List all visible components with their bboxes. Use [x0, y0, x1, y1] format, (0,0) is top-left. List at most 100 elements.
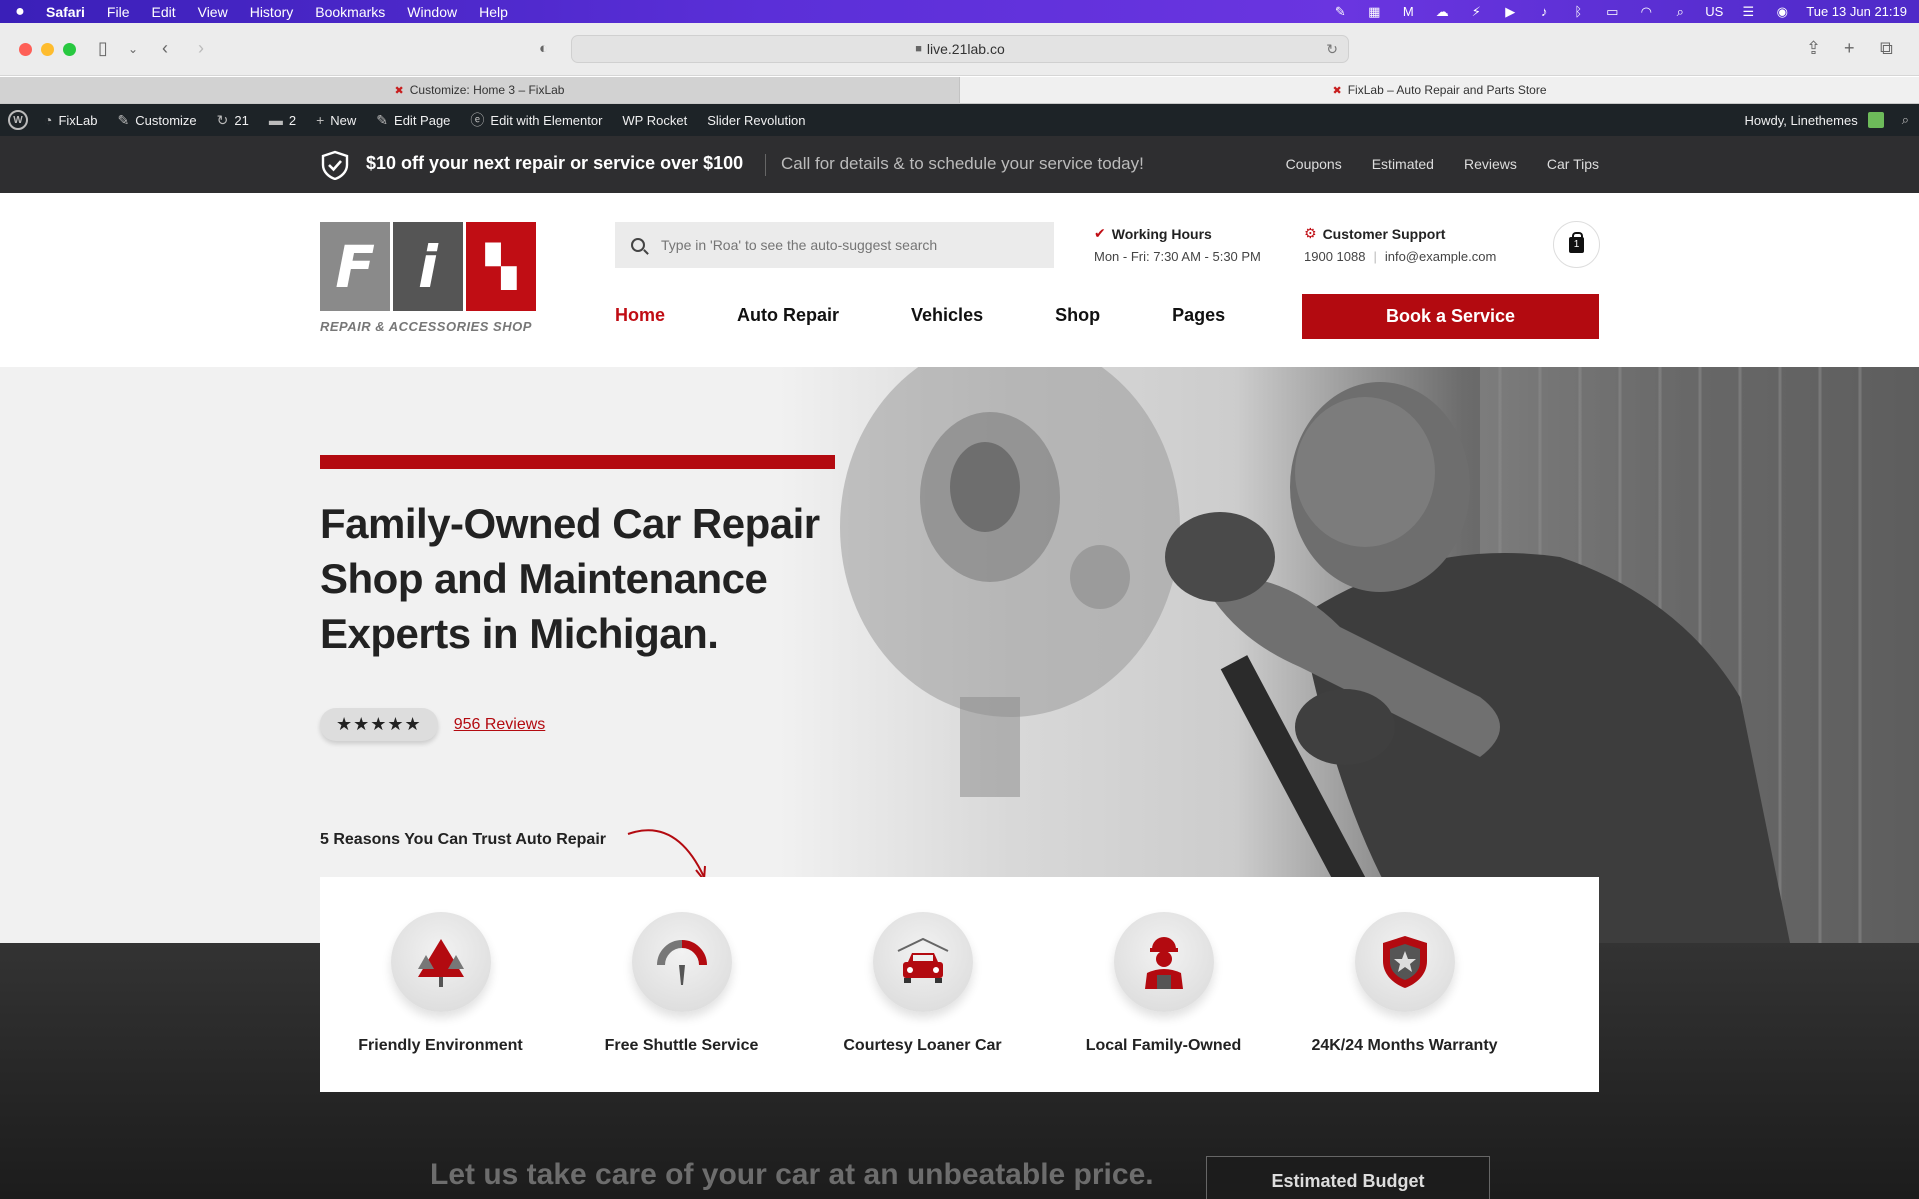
search-bar[interactable] [615, 222, 1054, 268]
feature-item: Free Shuttle Service [561, 912, 802, 1092]
link-estimated[interactable]: Estimated [1372, 156, 1434, 172]
volume-icon[interactable]: ♪ [1534, 4, 1554, 19]
mac-menubar: ● Safari File Edit View History Bookmark… [0, 0, 1919, 23]
wp-new-label: New [330, 112, 357, 128]
new-tab-icon[interactable]: + [1844, 38, 1855, 59]
wp-slider-link[interactable]: Slider Revolution [707, 113, 805, 128]
search-icon[interactable] [631, 238, 645, 252]
cart-button[interactable]: 1 [1553, 221, 1600, 268]
wifi-icon[interactable]: ◠ [1636, 4, 1656, 19]
cloud-icon[interactable]: ☁ [1432, 4, 1452, 19]
wp-updates-link[interactable]: ↻ 21 [217, 112, 249, 129]
separator: | [1373, 249, 1377, 264]
reload-icon[interactable]: ↻ [1326, 41, 1338, 58]
logo-tagline: REPAIR & ACCESSORIES SHOP [320, 319, 532, 334]
grid-icon[interactable]: ▦ [1364, 4, 1384, 19]
hero-section: Family-Owned Car Repair Shop and Mainten… [0, 367, 1919, 943]
shield-star-icon [1354, 912, 1455, 1012]
wp-comments-link[interactable]: ▬ 2 [269, 112, 296, 128]
updates-icon: ↻ [216, 111, 229, 128]
bluetooth-icon[interactable]: ᛒ [1568, 4, 1588, 19]
features-card: Friendly Environment Free Shuttle Servic… [320, 877, 1599, 1092]
estimated-budget-button[interactable]: Estimated Budget [1206, 1156, 1490, 1199]
tab-fixlab[interactable]: ✖ FixLab – Auto Repair and Parts Store [960, 77, 1919, 103]
main-nav: Home Auto Repair Vehicles Shop Pages [615, 305, 1297, 326]
search-input[interactable] [661, 237, 1041, 253]
nav-auto-repair[interactable]: Auto Repair [737, 305, 839, 326]
nav-shop[interactable]: Shop [1055, 305, 1100, 326]
menu-bookmarks[interactable]: Bookmarks [315, 4, 385, 20]
back-icon[interactable]: ‹ [162, 38, 168, 59]
support-email[interactable]: info@example.com [1385, 249, 1496, 264]
share-icon[interactable]: ⇪ [1806, 38, 1821, 59]
control-center-icon[interactable]: ☰ [1738, 4, 1758, 19]
feature-item: Friendly Environment [320, 912, 561, 1092]
wp-elementor-link[interactable]: ⓔ Edit with Elementor [470, 110, 602, 130]
wp-rocket-link[interactable]: WP Rocket [622, 113, 687, 128]
bolt-icon[interactable]: ⚡ [1466, 4, 1486, 19]
zoom-window-button[interactable] [63, 42, 76, 56]
logo-tiles: F i ▚ [320, 222, 536, 311]
wp-site-link[interactable]: ◔ FixLab [44, 112, 98, 128]
wp-howdy[interactable]: Howdy, Linethemes [1745, 113, 1858, 128]
favicon-icon: ✖ [1332, 84, 1342, 97]
play-icon[interactable]: ▶ [1500, 4, 1520, 19]
trust-label: 5 Reasons You Can Trust Auto Repair [320, 831, 606, 848]
tab-customize[interactable]: ✖ Customize: Home 3 – FixLab [0, 77, 960, 103]
worker-icon [1113, 912, 1214, 1012]
promo-divider [765, 154, 766, 176]
close-window-button[interactable] [19, 42, 32, 56]
site-header: F i ▚ REPAIR & ACCESSORIES SHOP ✔ Working… [0, 193, 1919, 367]
site-logo[interactable]: F i ▚ REPAIR & ACCESSORIES SHOP [320, 222, 536, 334]
link-reviews[interactable]: Reviews [1464, 156, 1517, 172]
address-bar[interactable]: ■ live.21lab.co ↻ [571, 35, 1349, 63]
menubar-clock[interactable]: Tue 13 Jun 21:19 [1806, 4, 1907, 19]
minimize-window-button[interactable] [41, 42, 54, 56]
privacy-shield-icon[interactable]: ◐ [539, 40, 548, 57]
sidebar-toggle-icon[interactable]: ▯ [98, 38, 108, 59]
nav-home[interactable]: Home [615, 305, 665, 326]
wp-new-link[interactable]: + New [316, 112, 356, 128]
wp-customize-link[interactable]: ✎ Customize [118, 112, 197, 129]
elementor-icon: ⓔ [470, 112, 485, 128]
chevron-down-icon[interactable]: ⌄ [128, 42, 138, 56]
link-coupons[interactable]: Coupons [1286, 156, 1342, 172]
wp-edit-page-link[interactable]: ✎ Edit Page [376, 112, 450, 129]
mechanic-photo [780, 367, 1919, 943]
tree-icon [390, 912, 491, 1012]
siri-icon[interactable]: ◉ [1772, 4, 1792, 19]
wp-edit-page-label: Edit Page [394, 112, 451, 128]
feather-icon[interactable]: ✎ [1330, 4, 1350, 19]
working-hours: ✔ Working Hours Mon - Fri: 7:30 AM - 5:30… [1094, 225, 1261, 264]
mechanic-illustration [840, 367, 1919, 943]
menu-history[interactable]: History [250, 4, 294, 20]
menu-help[interactable]: Help [479, 4, 508, 20]
brush-icon: ✎ [117, 111, 130, 128]
menu-edit[interactable]: Edit [151, 4, 175, 20]
menu-view[interactable]: View [198, 4, 228, 20]
menu-file[interactable]: File [107, 4, 130, 20]
m-icon[interactable]: M [1398, 4, 1418, 19]
avatar[interactable] [1867, 112, 1884, 128]
gauge-icon [631, 912, 732, 1012]
apple-icon[interactable]: ● [12, 3, 28, 21]
forward-icon[interactable]: › [198, 38, 204, 59]
menu-app[interactable]: Safari [46, 4, 85, 20]
promo-bar: $10 off your next repair or service over… [0, 136, 1919, 193]
book-service-button[interactable]: Book a Service [1302, 294, 1599, 339]
logo-tile-x: ▚ [466, 222, 536, 311]
menu-window[interactable]: Window [407, 4, 457, 20]
input-source-icon[interactable]: US [1704, 4, 1724, 19]
reviews-link[interactable]: 956 Reviews [454, 716, 546, 734]
car-icon [872, 912, 973, 1012]
search-icon[interactable]: ⌕ [1902, 112, 1909, 128]
battery-icon[interactable]: ▭ [1602, 4, 1622, 19]
link-car-tips[interactable]: Car Tips [1547, 156, 1599, 172]
wordpress-icon[interactable]: W [8, 110, 28, 130]
nav-pages[interactable]: Pages [1172, 305, 1225, 326]
support-phone[interactable]: 1900 1088 [1304, 249, 1365, 264]
tab-overview-icon[interactable]: ⧉ [1880, 38, 1893, 59]
nav-vehicles[interactable]: Vehicles [911, 305, 983, 326]
promo-subtext: Call for details & to schedule your serv… [781, 154, 1144, 173]
spotlight-icon[interactable]: ⌕ [1670, 4, 1690, 19]
